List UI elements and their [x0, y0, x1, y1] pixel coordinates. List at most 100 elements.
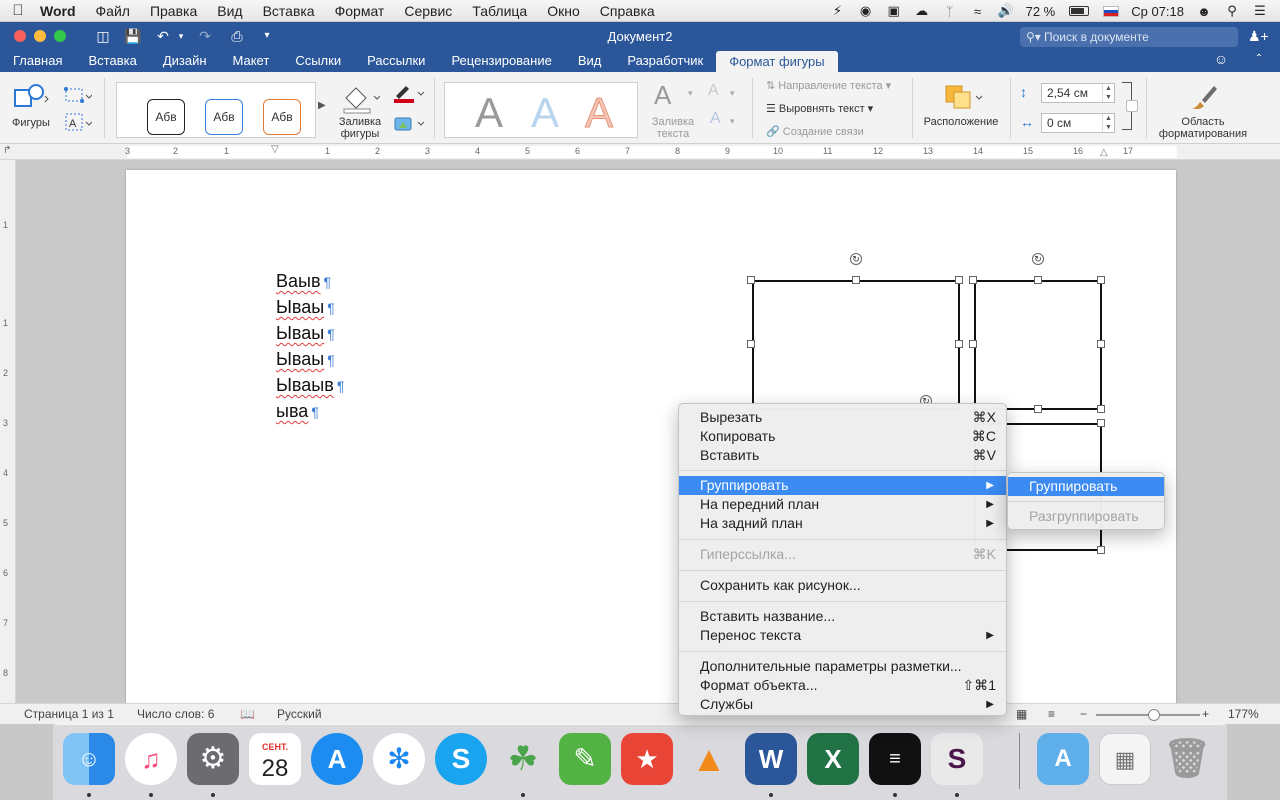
collapse-ribbon-icon[interactable]: ⌃ [1250, 50, 1268, 68]
text-effects-dropdown-icon[interactable]: ▾ [730, 116, 735, 127]
resize-handle[interactable] [969, 276, 977, 284]
wordart-style-gray[interactable]: A [475, 89, 503, 137]
shape-effects-icon[interactable] [392, 114, 426, 137]
text-box-icon[interactable]: A [64, 112, 93, 137]
format-pane-label[interactable]: Область форматирования [1150, 116, 1256, 140]
wifi-icon[interactable]: ≈ [970, 4, 986, 19]
vertical-ruler[interactable]: 1 1 2 3 4 5 6 7 8 [0, 160, 16, 703]
menu-item-group[interactable]: Группировать ▶ [679, 476, 1006, 495]
search-input[interactable]: ⚲▾ Поиск в документе [1020, 27, 1238, 47]
rectangle-shape-2[interactable] [974, 280, 1102, 410]
resize-handle[interactable] [747, 340, 755, 348]
resize-handle[interactable] [955, 340, 963, 348]
horizontal-ruler[interactable]: ↱ 3 2 1 1 2 3 4 5 6 7 8 9 10 11 12 13 14… [0, 144, 1280, 160]
tab-references[interactable]: Ссылки [282, 51, 354, 72]
resize-handle[interactable] [1097, 419, 1105, 427]
text-outline-icon[interactable]: A [708, 82, 719, 100]
width-stepper[interactable]: ▲ ▼ [1102, 114, 1114, 132]
text-line[interactable]: Ываы ¶ [276, 320, 335, 347]
text-line[interactable]: Ываы ¶ [276, 294, 335, 321]
user-icon[interactable]: ☻ [1196, 4, 1212, 19]
owl-icon[interactable]: ◉ [858, 3, 874, 18]
apple-icon[interactable]:  [0, 2, 36, 19]
terminal-icon[interactable]: ≡ [869, 733, 921, 785]
shape-style-1[interactable]: Абв [147, 99, 185, 135]
menu-app-word[interactable]: Word [36, 3, 86, 19]
proofing-icon[interactable]: 📖 [240, 707, 255, 721]
create-link-button[interactable]: 🔗 Создание связи [766, 125, 864, 138]
text-line[interactable]: Ываыв ¶ [276, 372, 344, 399]
vlc-icon[interactable]: ▲ [683, 733, 735, 785]
document-page[interactable]: Ваыв ¶ Ываы ¶ Ываы ¶ Ываы ¶ Ываыв ¶ ыва ¶ ↻ ↻ … [126, 170, 1176, 703]
menu-file[interactable]: Файл [86, 3, 140, 19]
print-layout-icon[interactable]: ≡ [1048, 707, 1055, 721]
text-line[interactable]: Ываы ¶ [276, 346, 335, 373]
menu-edit[interactable]: Правка [140, 3, 207, 19]
submenu-item-group[interactable]: Группировать [1008, 477, 1164, 496]
app-store-icon[interactable]: A [311, 733, 363, 785]
language-indicator[interactable]: Русский [277, 707, 322, 721]
menu-format[interactable]: Формат [325, 3, 395, 19]
safari-icon[interactable]: ✻ [373, 733, 425, 785]
tab-review[interactable]: Рецензирование [438, 51, 564, 72]
menu-help[interactable]: Справка [590, 3, 665, 19]
outline-pen-icon[interactable] [392, 84, 426, 107]
menu-window[interactable]: Окно [537, 3, 590, 19]
tab-developer[interactable]: Разработчик [614, 51, 716, 72]
menu-item-format-object[interactable]: Формат объекта... ⇧⌘1 [679, 676, 1006, 695]
trash-icon[interactable]: 🗑 [1161, 733, 1213, 785]
share-icon[interactable]: ♟+ [1248, 27, 1269, 45]
tab-view[interactable]: Вид [565, 51, 615, 72]
cloud-sync-icon[interactable]: ☁ [914, 3, 930, 18]
menu-item-hyperlink[interactable]: Гиперссылка... ⌘K [679, 545, 1006, 564]
lightning-icon[interactable]: ⚡ [830, 3, 846, 18]
rectangle-shape-1[interactable] [752, 280, 960, 410]
menu-item-insert-caption[interactable]: Вставить название... [679, 607, 1006, 626]
rotate-handle-icon[interactable]: ↻ [850, 253, 862, 265]
spotlight-icon[interactable]: ⚲ [1224, 3, 1240, 18]
resize-handle[interactable] [1097, 340, 1105, 348]
skype-icon[interactable]: S [435, 733, 487, 785]
indent-marker-icon[interactable]: ▽ [271, 144, 279, 155]
menu-item-paste[interactable]: Вставить ⌘V [679, 446, 1006, 465]
resize-handle[interactable] [1034, 405, 1042, 413]
tab-design[interactable]: Дизайн [150, 51, 220, 72]
menu-item-services[interactable]: Службы ▶ [679, 695, 1006, 714]
tab-layout[interactable]: Макет [220, 51, 283, 72]
excel-icon[interactable]: X [807, 733, 859, 785]
word-count[interactable]: Число слов: 6 [137, 707, 214, 721]
menu-item-bring-to-front[interactable]: На передний план ▶ [679, 495, 1006, 514]
itunes-icon[interactable]: ♫ [125, 733, 177, 785]
menu-item-save-as-picture[interactable]: Сохранить как рисунок... [679, 576, 1006, 595]
tab-shape-format[interactable]: Формат фигуры [716, 51, 838, 72]
menu-insert[interactable]: Вставка [253, 3, 325, 19]
edit-shape-icon[interactable] [64, 86, 93, 109]
text-direction-button[interactable]: ⇅ Направление текста ▾ [766, 79, 891, 92]
zoom-out-icon[interactable]: − [1080, 707, 1087, 721]
volume-icon[interactable]: 🔊 [998, 3, 1014, 18]
page-count[interactable]: Страница 1 из 1 [24, 707, 114, 721]
gallery-more-arrow-icon[interactable]: ▶ [318, 100, 326, 111]
menu-item-copy[interactable]: Копировать ⌘C [679, 427, 1006, 446]
calendar-icon[interactable]: СЕНТ. 28 [249, 733, 301, 785]
right-indent-marker-icon[interactable]: △ [1100, 147, 1108, 158]
applications-folder-icon[interactable]: A [1037, 733, 1089, 785]
zoom-slider-thumb[interactable] [1148, 709, 1160, 721]
tab-stop-icon[interactable]: ↱ [3, 145, 11, 156]
wunderlist-icon[interactable]: ★ [621, 733, 673, 785]
text-effects-icon[interactable]: A [710, 110, 721, 128]
slack-icon[interactable]: S [931, 733, 983, 785]
text-line[interactable]: ыва ¶ [276, 398, 319, 425]
arrange-icon[interactable] [944, 82, 984, 115]
resize-handle[interactable] [852, 276, 860, 284]
text-line[interactable]: Ваыв ¶ [276, 268, 331, 295]
word-icon[interactable]: W [745, 733, 797, 785]
tab-mailings[interactable]: Рассылки [354, 51, 438, 72]
finder-icon[interactable]: ☺ [63, 733, 115, 785]
text-outline-dropdown-icon[interactable]: ▾ [730, 88, 735, 99]
menu-tools[interactable]: Сервис [394, 3, 462, 19]
bluetooth-icon[interactable]: ᛉ [942, 4, 958, 19]
resize-handle[interactable] [969, 340, 977, 348]
document-canvas[interactable]: Ваыв ¶ Ываы ¶ Ываы ¶ Ываы ¶ Ываыв ¶ ыва ¶ ↻ ↻ … [16, 160, 1280, 703]
downloads-stack-icon[interactable]: ▦ [1099, 733, 1151, 785]
